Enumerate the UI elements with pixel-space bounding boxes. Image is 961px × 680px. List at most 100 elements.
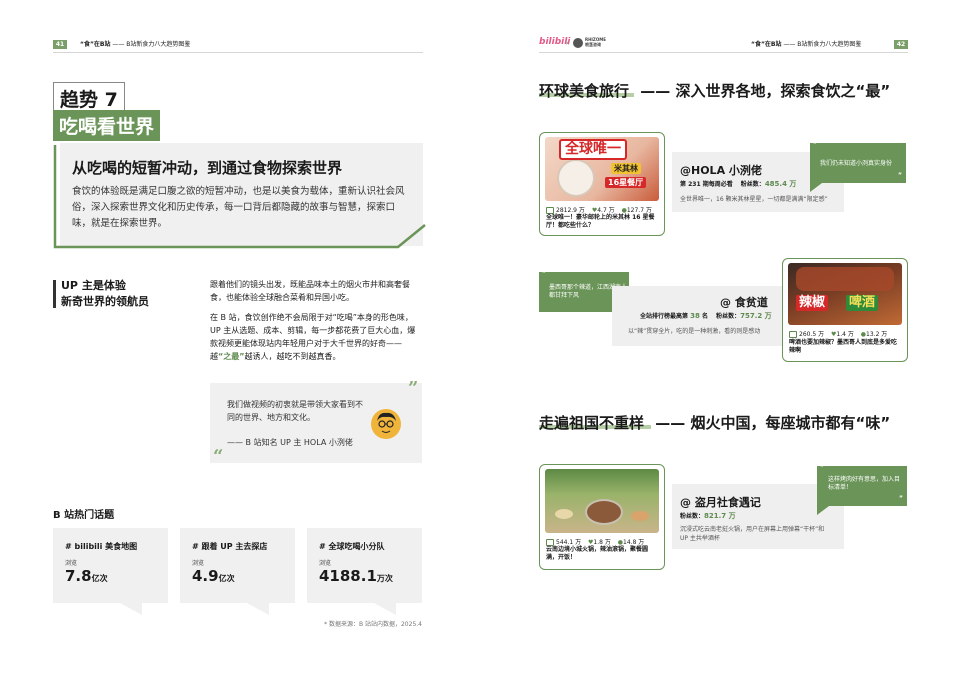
video-2-likes: 1.4 万: [836, 331, 854, 338]
creator-3-fans: 821.7 万: [704, 512, 736, 520]
creator-2-rank-a: 全站排行榜最高第: [640, 313, 689, 320]
trend-title: 吃喝看世界: [53, 110, 161, 141]
bubble-3-text: 这样烤肉好有意思，加入目标清单！: [828, 476, 901, 491]
play-count-icon: [546, 207, 554, 214]
section2-title-a: 走遍祖国不重样: [539, 414, 645, 432]
creator-2-handle[interactable]: @ 食贫道: [720, 294, 768, 310]
video-3-plays: 544.1 万: [556, 539, 582, 546]
topic-1-tag: # bilibili 美食地图: [65, 542, 138, 551]
quote-open-mark: ”: [408, 378, 419, 399]
topic-card-3-tail: [374, 603, 396, 615]
topic-3-stat: 4188.1万次: [319, 566, 393, 585]
topic-1-value: 7.8: [65, 567, 92, 585]
video-2-caption: 啤酒也要加辣椒？墨西哥人到底是多爱吃辣啊: [789, 339, 898, 354]
video-3-metrics: 544.1 万 ♥1.8 万 ●14.8 万: [546, 537, 644, 546]
topic-2-tag: # 跟着 UP 主去探店: [192, 542, 268, 551]
bubble-1-q2: ”: [898, 172, 902, 179]
creator-2-fans-label: 粉丝数：: [716, 313, 741, 320]
dish: [631, 511, 649, 521]
creator-1-fans-label: 粉丝数：: [740, 181, 765, 188]
topic-2-unit: 亿次: [218, 574, 235, 583]
video-3-caption: 云南边境小城火锅，辣油滚锅，聚餐圆满，开饭！: [546, 546, 649, 561]
creator-2-desc: 以“辣”贯穿全片，吃的是一种刺激，看的则是感动: [628, 328, 761, 335]
topic-3-value: 4188.1: [319, 567, 377, 585]
creator-3-fans-label: 粉丝数：: [680, 513, 705, 520]
video-thumbnail-3[interactable]: [545, 469, 659, 533]
creator-1-handle[interactable]: @HOLA 小洌佬: [680, 162, 762, 178]
rhizome-logo-icon: [573, 38, 583, 48]
section2-title-b: —— 烟火中国，每座城市都有“味”: [655, 414, 891, 432]
video-1-coins: 127.7 万: [626, 207, 652, 214]
up-avatar: [371, 409, 401, 439]
guide-label-line2: 新奇世界的领航员: [61, 295, 149, 308]
topic-2-stat: 4.9亿次: [192, 566, 235, 585]
right-page-number: 42: [894, 40, 908, 49]
video-3-coins: 14.8 万: [623, 539, 645, 546]
guide-label: UP 主是体验 新奇世界的领航员: [61, 278, 149, 310]
guide-para1: 跟着他们的镜头出发，既能品味本土的烟火市井和高奢餐食，也能体验全球融合菜肴和异国…: [210, 280, 410, 302]
creator-2-rank-b: 名: [701, 313, 708, 320]
video-2-metrics: 260.5 万 ♥1.4 万 ●13.2 万: [789, 329, 887, 338]
thumb-2-headline-b: 啤酒: [846, 295, 879, 311]
thumb-1-tag1: 米其林: [611, 163, 641, 174]
creator-3-handle[interactable]: @ 盗月社食遇记: [680, 494, 761, 510]
quote-close-mark: “: [213, 446, 224, 467]
guide-para2-em: “之最”: [218, 352, 245, 361]
creator-1-rank: 第 231 期每周必看: [680, 181, 733, 188]
topic-3-unit: 万次: [376, 574, 393, 583]
creator-1-stats: 第 231 期每周必看 粉丝数：485.4 万: [680, 179, 796, 189]
play-count-icon: [546, 539, 554, 546]
creator-3-stats: 粉丝数：821.7 万: [680, 511, 736, 521]
topic-3-tag: # 全球吃喝小分队: [319, 542, 385, 551]
bubble-1-tail: [810, 183, 822, 192]
creator-3-desc: 沉浸式吃云南老挝火锅，用户在屏幕上用弹幕“干杯”和 UP 主共举酒杯: [680, 526, 825, 542]
creator-1-fans: 485.4 万: [764, 180, 797, 188]
dish: [555, 509, 573, 519]
guide-para2: 在 B 站，食饮创作绝不会局限于对“吃喝”本身的形色味，UP 主从选题、成本、剪…: [210, 311, 422, 363]
video-thumbnail-2[interactable]: 辣椒 啤酒: [788, 263, 902, 325]
bubble-3-tail: [817, 506, 829, 515]
creator-2-rank-num: 38: [690, 312, 700, 320]
bubble-1-q1: “: [813, 141, 817, 148]
thumb-1-headline: 全球唯一: [559, 139, 627, 160]
bubble-3-q1: “: [820, 464, 824, 471]
left-header-rule: [53, 52, 423, 53]
right-header-rest: —— B站新食力八大趋势图鉴: [783, 41, 862, 48]
play-count-icon: [789, 331, 797, 338]
section1-title-a: 环球美食旅行: [539, 82, 630, 100]
rhizome-logo: RHIZOME 根茎咨询: [585, 37, 606, 47]
trend-body: 食饮的体验既是满足口腹之欲的短暂冲动，也是以美食为载体，重新认识社会风俗，深入探…: [72, 186, 405, 229]
quote-text: 我们做视频的初衷就是带领大家看到不同的世界、地方和文化。: [227, 400, 363, 422]
video-1-caption: 全球唯一！豪华邮轮上的米其林 16 星餐厅！都吃些什么？: [546, 214, 655, 229]
topic-2-value: 4.9: [192, 567, 219, 585]
thumb-2-headline-a: 辣椒: [796, 295, 829, 311]
chef-figure: [557, 159, 595, 197]
thumb-1-tag2: 16星餐厅: [605, 177, 647, 188]
bubble-2-q1: “: [542, 270, 546, 277]
left-page-number: 41: [53, 40, 67, 49]
hotpot: [585, 499, 623, 525]
quote-attribution: —— B 站知名 UP 主 HOLA 小洌佬: [227, 438, 353, 447]
section1-title: 环球美食旅行 —— 深入世界各地，探索食饮之“最”: [539, 80, 890, 101]
creator-2-stats: 全站排行榜最高第 38 名 粉丝数：757.2 万: [640, 311, 772, 321]
video-2-plays: 260.5 万: [799, 331, 825, 338]
video-1-metrics: 2812.9 万 ♥4.7 万 ●127.7 万: [546, 205, 652, 214]
video-thumbnail-1[interactable]: 全球唯一 米其林 16星餐厅: [545, 137, 659, 201]
topic-1-stat: 7.8亿次: [65, 566, 108, 585]
left-header-rest: —— B站新食力八大趋势图鉴: [112, 41, 191, 48]
section1-title-b: —— 深入世界各地，探索食饮之“最”: [640, 82, 891, 100]
guide-label-line1: UP 主是体验: [61, 279, 126, 292]
grill-food: [796, 267, 894, 291]
guide-label-bar: [53, 280, 56, 308]
creator-2-fans: 757.2 万: [740, 312, 772, 320]
left-running-header: “食”在B站 —— B站新食力八大趋势图鉴: [80, 40, 190, 49]
video-1-likes: 4.7 万: [597, 207, 615, 214]
section2-title: 走遍祖国不重样 —— 烟火中国，每座城市都有“味”: [539, 412, 890, 433]
topic-card-1-tail: [120, 603, 142, 615]
data-source-note: * 数据来源：B 站站内数据，2025.4: [324, 621, 422, 628]
avatar-face-icon: [377, 412, 396, 433]
right-header-rule: [539, 52, 908, 53]
video-1-plays: 2812.9 万: [556, 207, 585, 214]
right-header-bold: “食”在B站: [751, 41, 782, 48]
video-2-coins: 13.2 万: [866, 331, 888, 338]
